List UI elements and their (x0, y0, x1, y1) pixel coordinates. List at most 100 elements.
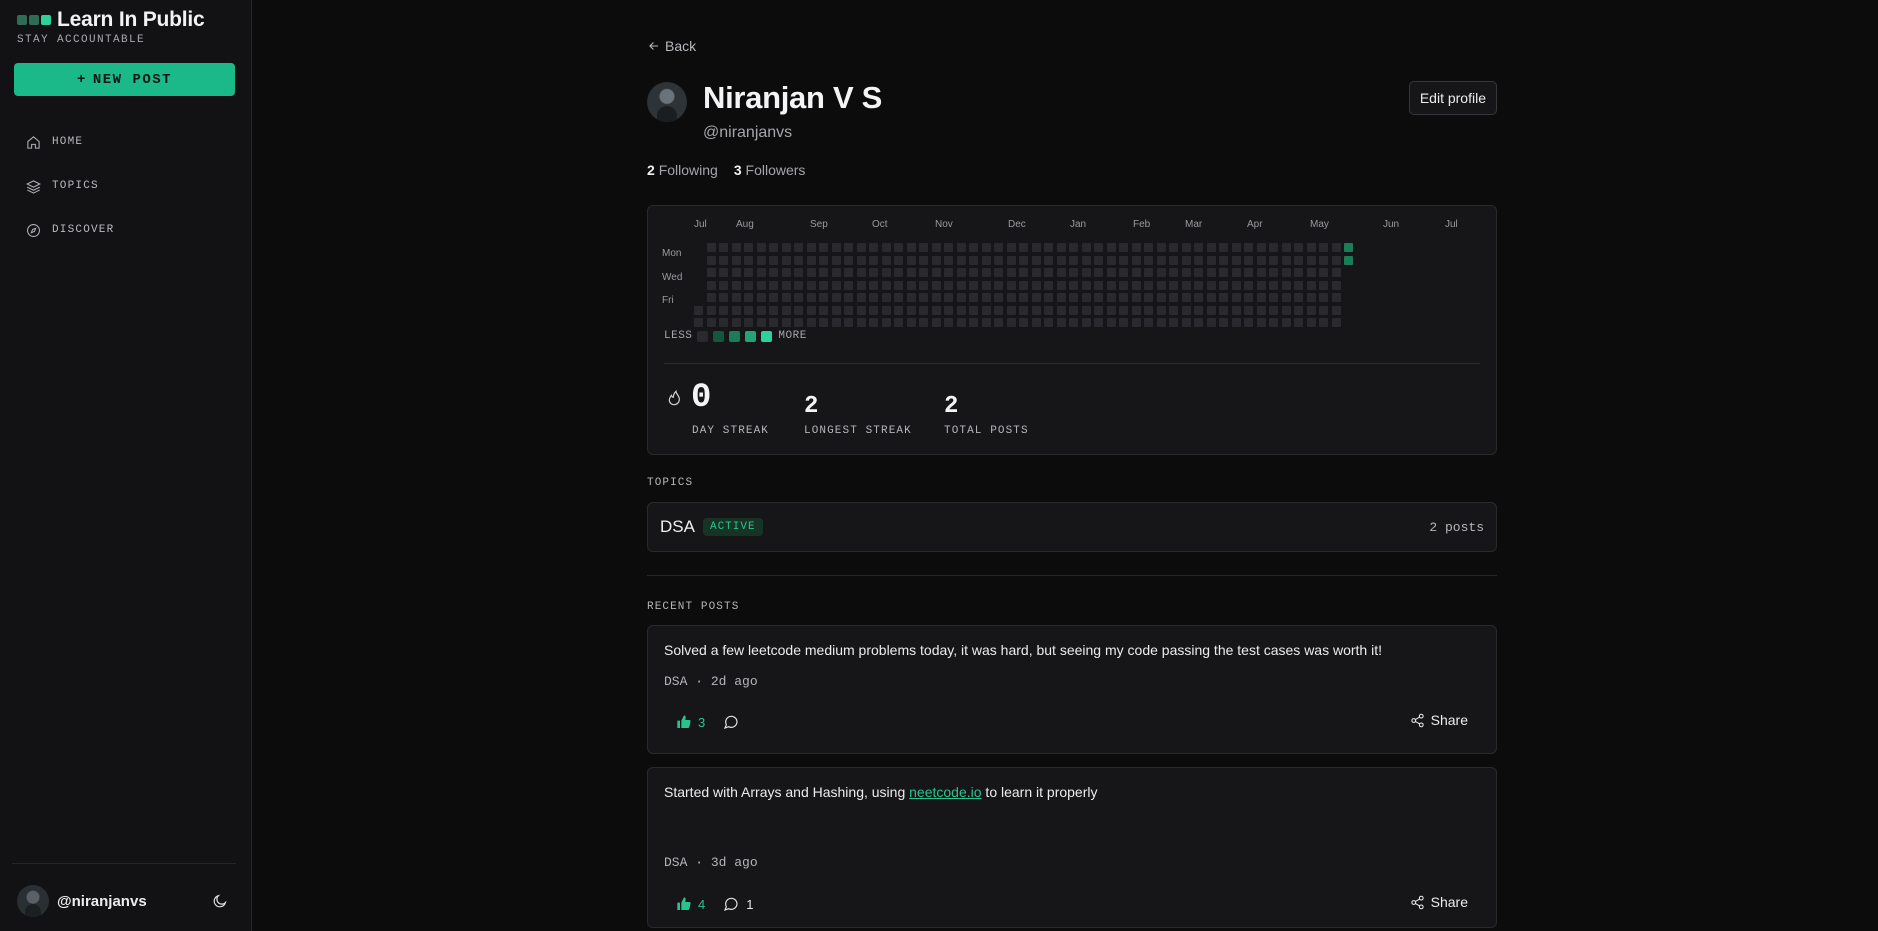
topic-name[interactable]: DSA (660, 517, 695, 537)
share-button[interactable]: Share (1410, 894, 1468, 910)
heatmap-cell (1156, 280, 1166, 290)
like-button[interactable]: 3 (676, 714, 705, 730)
heatmap-cell (731, 293, 741, 302)
heatmap-cell (1044, 293, 1053, 302)
post-card[interactable]: Started with Arrays and Hashing, using n… (647, 767, 1497, 928)
share-icon (1410, 713, 1424, 727)
heatmap-cell (1269, 243, 1278, 252)
share-button[interactable]: Share (1410, 712, 1468, 728)
heatmap-cell (744, 305, 753, 315)
post-text-start: Started with Arrays and Hashing, using (664, 784, 910, 800)
heatmap-cell (831, 318, 841, 327)
flame-icon (668, 389, 680, 406)
moon-icon[interactable] (212, 893, 228, 909)
heatmap-cell (1294, 255, 1303, 265)
heatmap-cell (1131, 280, 1141, 290)
legend-less-label: LESS (664, 330, 693, 342)
heatmap-cell (906, 318, 916, 327)
heatmap-cell (1219, 280, 1228, 290)
following-count: 2 (647, 162, 655, 178)
new-post-button[interactable]: + NEW POST (14, 63, 235, 96)
post-card[interactable]: Solved a few leetcode medium problems to… (647, 625, 1497, 754)
heatmap-cell (1156, 268, 1166, 277)
heatmap-cell (744, 293, 753, 302)
heatmap-cell (956, 293, 966, 302)
heatmap-cell (1319, 243, 1328, 252)
heatmap-cell (881, 293, 891, 302)
heatmap-cell (1194, 255, 1203, 265)
heatmap-cell (706, 255, 716, 265)
heatmap-cell (881, 318, 891, 327)
heatmap-cell (744, 268, 753, 277)
heatmap-cell (1281, 318, 1291, 327)
heatmap-cell (869, 318, 878, 327)
comment-button[interactable]: 1 (723, 896, 753, 912)
heatmap-cell (769, 268, 778, 277)
post-link[interactable]: neetcode.io (909, 784, 981, 800)
heatmap-cell (1106, 268, 1116, 277)
comment-button[interactable] (723, 714, 739, 730)
back-label: Back (665, 38, 697, 54)
heatmap-cell (1256, 280, 1266, 290)
heatmap-cell (931, 293, 941, 302)
sidebar-item-topics[interactable]: TOPICS (14, 164, 235, 208)
contribution-heatmap: Jul Aug Sep Oct Nov Dec Jan Feb Mar Apr … (662, 219, 1482, 329)
post-actions: 4 1 (676, 896, 753, 912)
heatmap-cell (731, 268, 741, 277)
like-button[interactable]: 4 (676, 896, 705, 912)
heatmap-cell (806, 255, 816, 265)
post-topic[interactable]: DSA (664, 674, 687, 689)
month-label: Feb (1133, 219, 1151, 230)
heatmap-cell (881, 255, 891, 265)
heatmap-cell (781, 280, 791, 290)
followers-link[interactable]: 3 Followers (734, 162, 806, 178)
heatmap-cell (1231, 318, 1241, 327)
heatmap-cell (994, 243, 1003, 252)
sidebar-user[interactable]: @niranjanvs (17, 885, 147, 917)
heatmap-cell (719, 255, 728, 265)
heatmap-cell (1106, 255, 1116, 265)
heatmap-cell (1044, 280, 1053, 290)
heatmap-cell (1094, 255, 1103, 265)
brand[interactable]: Learn In Public (17, 8, 205, 32)
heatmap-cell (1281, 305, 1291, 315)
heatmap-cell (744, 318, 753, 327)
heatmap-cell (1294, 280, 1303, 290)
back-link[interactable]: Back (647, 38, 696, 54)
month-label: Jun (1383, 219, 1400, 230)
edit-profile-button[interactable]: Edit profile (1408, 81, 1497, 115)
heatmap-cell (1019, 305, 1028, 315)
heatmap-cell (1044, 243, 1053, 252)
heatmap-cell (794, 305, 803, 315)
heatmap-cell (1156, 318, 1166, 327)
heatmap-cell (944, 280, 953, 290)
legend-swatch (729, 330, 741, 342)
heatmap-cell (831, 268, 841, 277)
heatmap-cell (794, 280, 803, 290)
heatmap-cell (981, 318, 991, 327)
heatmap-cell (1156, 255, 1166, 265)
sidebar-item-discover[interactable]: DISCOVER (14, 208, 235, 252)
post-topic[interactable]: DSA (664, 855, 687, 870)
following-label: Following (658, 162, 718, 178)
post-text: Started with Arrays and Hashing, using n… (664, 784, 1098, 800)
heatmap-cell (1131, 255, 1141, 265)
heatmap-cell (1119, 318, 1128, 327)
heatmap-cell (1331, 255, 1341, 265)
heatmap-cell (919, 255, 928, 265)
heatmap-cell (1169, 305, 1178, 315)
heatmap-cell (831, 243, 841, 252)
heatmap-cell (1144, 268, 1153, 277)
heatmap-cell (931, 318, 941, 327)
following-link[interactable]: 2 Following (647, 162, 718, 178)
heatmap-legend: LESS MORE (664, 330, 807, 342)
sidebar-item-home[interactable]: HOME (14, 120, 235, 164)
heatmap-cell (931, 243, 941, 252)
topic-row[interactable]: DSA ACTIVE 2 posts (647, 502, 1497, 552)
heatmap-cell (781, 255, 791, 265)
compass-icon (27, 223, 40, 237)
heatmap-cell (1056, 293, 1066, 302)
heatmap-cell (994, 318, 1003, 327)
heatmap-cell (869, 280, 878, 290)
heatmap-cell (894, 305, 903, 315)
